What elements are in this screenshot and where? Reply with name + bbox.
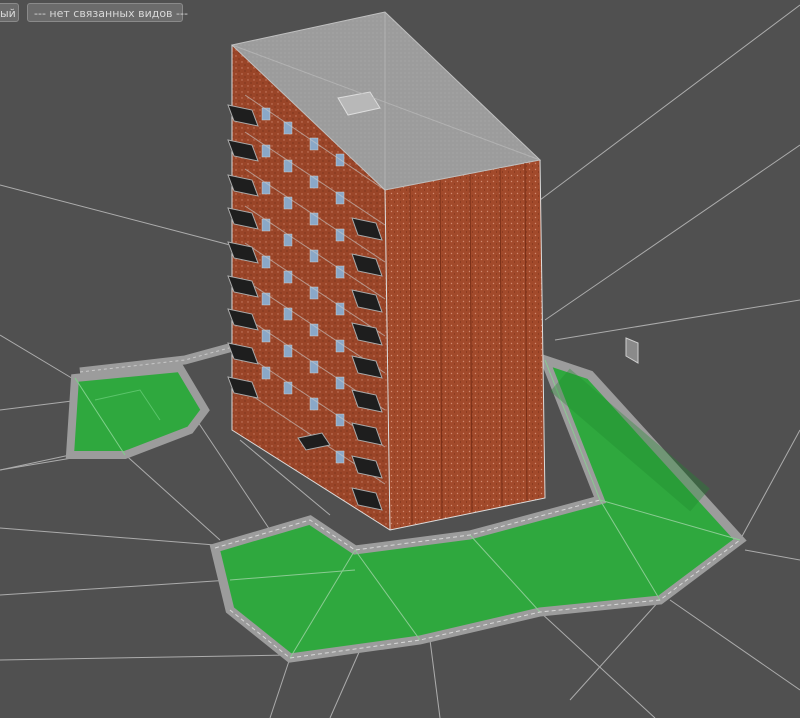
building-model — [227, 11, 546, 531]
3d-viewport[interactable] — [0, 0, 800, 718]
green-lawn-left — [65, 363, 210, 459]
small-sign-object — [625, 337, 639, 364]
